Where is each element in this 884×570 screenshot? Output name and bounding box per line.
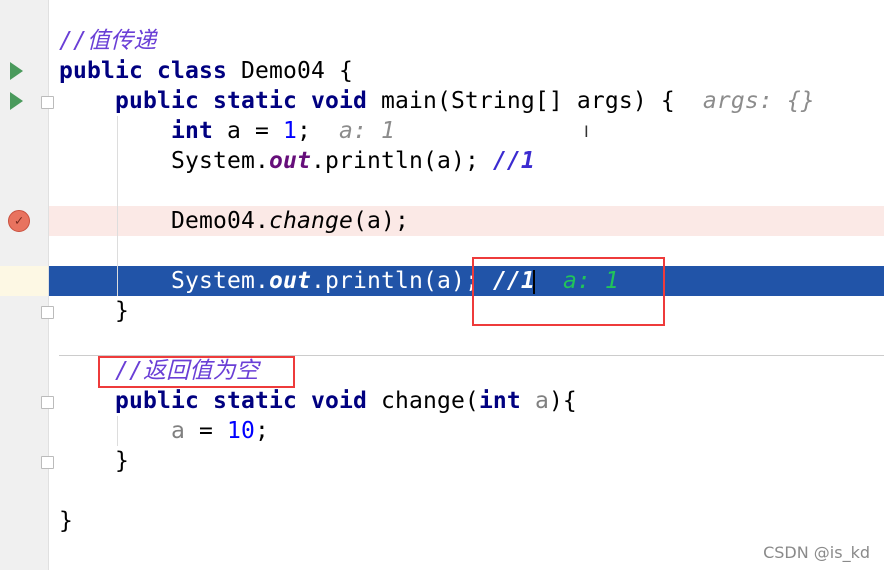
code-line[interactable]: }: [59, 506, 73, 536]
code-token: a: [170, 418, 185, 444]
code-token: 1: [282, 118, 297, 144]
code-line[interactable]: }: [59, 296, 129, 326]
inline-debug-value: a: 1: [338, 118, 395, 144]
code-token: ;: [296, 118, 339, 144]
code-token: main(String[] args) {: [380, 88, 703, 114]
code-token: .println(a);: [310, 148, 493, 174]
code-line[interactable]: Demo04.change(a);: [59, 206, 409, 236]
code-token: a =: [226, 118, 283, 144]
code-token: (a);: [352, 208, 409, 234]
run-main-icon[interactable]: [10, 92, 23, 110]
code-line[interactable]: public static void main(String[] args) {…: [59, 86, 815, 116]
code-line[interactable]: public static void change(int a){: [59, 386, 577, 416]
code-token: .println(a);: [310, 268, 493, 294]
code-token: int: [170, 118, 227, 144]
code-line[interactable]: int a = 1; a: 1: [59, 116, 395, 146]
code-token: =: [184, 418, 227, 444]
code-token: change: [268, 208, 353, 234]
code-token: }: [59, 298, 129, 324]
breakpoint-icon[interactable]: ✓: [8, 210, 30, 232]
code-token: static void: [212, 388, 381, 414]
annotation-box-return-comment: [98, 356, 295, 388]
fold-icon[interactable]: [41, 96, 54, 109]
code-line[interactable]: System.out.println(a); //1: [59, 146, 535, 176]
annotation-box-comment: [472, 257, 665, 326]
inline-debug-value: args: {}: [702, 88, 815, 114]
code-token: Demo04 {: [240, 58, 353, 84]
fold-icon[interactable]: [41, 456, 54, 469]
current-line-gutter: [0, 266, 48, 296]
code-token: out: [268, 148, 311, 174]
code-token: public class: [59, 58, 241, 84]
code-token: ){: [548, 388, 577, 414]
code-line[interactable]: }: [59, 446, 129, 476]
code-token: System.: [59, 268, 269, 294]
code-token: ;: [254, 418, 269, 444]
mouse-ibeam-cursor: I: [584, 122, 589, 141]
fold-icon[interactable]: [41, 396, 54, 409]
run-class-icon[interactable]: [10, 62, 23, 80]
fold-icon[interactable]: [41, 306, 54, 319]
watermark: CSDN @is_kd: [763, 543, 870, 562]
code-token: 10: [226, 418, 255, 444]
code-token: a: [534, 388, 549, 414]
code-comment: //值传递: [59, 28, 157, 54]
code-token: }: [59, 448, 129, 474]
code-token: out: [268, 268, 311, 294]
code-token: System.: [59, 148, 269, 174]
code-line[interactable]: a = 10;: [59, 416, 269, 446]
code-token: }: [59, 508, 73, 534]
code-token: change(: [380, 388, 479, 414]
code-line[interactable]: //值传递: [59, 26, 156, 56]
code-token: public: [115, 388, 213, 414]
code-token: public static void: [115, 88, 381, 114]
code-line[interactable]: public class Demo04 {: [59, 56, 353, 86]
code-comment: //1: [492, 148, 535, 174]
code-token: int: [478, 388, 535, 414]
code-token: Demo04.: [59, 208, 269, 234]
